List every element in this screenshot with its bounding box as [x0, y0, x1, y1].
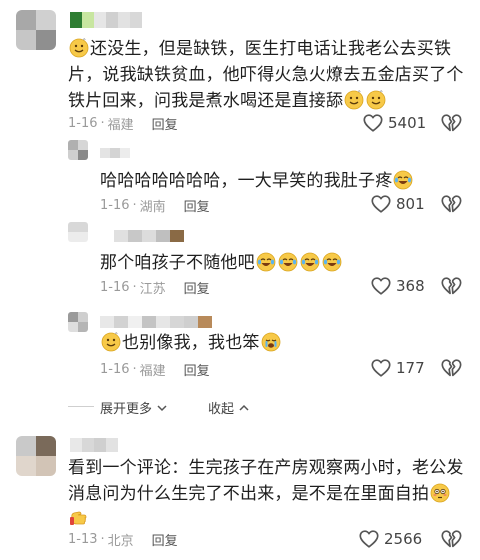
like-button[interactable]: 177	[370, 357, 425, 379]
reply-text: 哈哈哈哈哈哈哈，一大早笑的我肚子疼	[100, 168, 414, 194]
reply-button[interactable]: 回复	[152, 530, 178, 549]
divider	[68, 406, 94, 407]
heart-icon	[370, 193, 392, 215]
broken-heart-icon[interactable]	[440, 193, 462, 215]
like-count: 801	[396, 195, 425, 213]
reply-meta: 1-16 · 福建 回复	[100, 360, 210, 379]
smile-emoji	[366, 90, 386, 110]
expand-more-button[interactable]: 展开更多	[100, 398, 168, 417]
reply-username-mosaic[interactable]	[100, 148, 130, 158]
reply-button[interactable]: 回复	[184, 196, 210, 215]
cry-emoji	[261, 332, 281, 352]
comment-date: 1-16	[68, 116, 98, 131]
like-count: 2566	[384, 530, 423, 548]
like-button[interactable]: 5401	[362, 112, 426, 134]
flushed-emoji	[430, 483, 450, 503]
comment-location: 福建	[107, 118, 134, 133]
broken-heart-icon[interactable]	[440, 528, 462, 550]
reply-text: 那个咱孩子不随他吧	[100, 250, 343, 276]
heart-icon	[362, 112, 384, 134]
like-count: 5401	[388, 114, 427, 132]
broken-heart-icon[interactable]	[440, 275, 462, 297]
comment-text: 还没生，但是缺铁，医生打电话让我老公去买铁 片，说我缺铁贫血，他吓得火急火燎去五…	[68, 38, 464, 111]
broken-heart-icon[interactable]	[440, 112, 462, 134]
heart-icon	[370, 275, 392, 297]
heart-icon	[370, 357, 392, 379]
like-button[interactable]: 2566	[358, 528, 422, 550]
laugh-cry-emoji	[256, 252, 276, 272]
chevron-up-icon	[239, 404, 249, 411]
reply-meta: 1-16 · 湖南 回复	[100, 196, 210, 215]
reply-button[interactable]: 回复	[184, 278, 210, 297]
avatar[interactable]	[16, 10, 56, 50]
comment-meta: 1-16 · 福建 回复	[68, 114, 178, 133]
reply-avatar[interactable]	[68, 312, 88, 332]
comment-text: 看到一个评论：生完孩子在产房观察两小时，老公发 消息问为什么生完了不出来，是不是…	[68, 455, 468, 533]
smile-emoji	[69, 38, 89, 58]
like-count: 368	[396, 277, 425, 295]
smile-emoji	[101, 332, 121, 352]
comment-meta: 1-13 · 北京 回复	[68, 530, 178, 549]
heart-icon	[358, 528, 380, 550]
reply-button[interactable]: 回复	[152, 114, 178, 133]
laugh-cry-emoji	[393, 170, 413, 190]
smile-emoji	[344, 90, 364, 110]
pointing-hand-emoji	[69, 509, 89, 529]
like-button[interactable]: 801	[370, 193, 425, 215]
reply-avatar[interactable]	[68, 222, 88, 242]
laugh-cry-emoji	[322, 252, 342, 272]
reply-button[interactable]: 回复	[184, 360, 210, 379]
broken-heart-icon[interactable]	[440, 357, 462, 379]
like-button[interactable]: 368	[370, 275, 425, 297]
username-mosaic[interactable]	[70, 12, 142, 28]
laugh-cry-emoji	[300, 252, 320, 272]
reply-avatar[interactable]	[68, 140, 88, 160]
chevron-down-icon	[157, 404, 167, 411]
reply-meta: 1-16 · 江苏 回复	[100, 278, 210, 297]
reply-text: 也别像我，我也笨	[100, 330, 282, 356]
username-mosaic[interactable]	[70, 438, 118, 452]
reply-username-mosaic[interactable]	[100, 230, 184, 242]
reply-username-mosaic[interactable]	[100, 316, 212, 328]
avatar[interactable]	[16, 436, 56, 476]
collapse-button[interactable]: 收起	[208, 398, 250, 417]
laugh-cry-emoji	[278, 252, 298, 272]
like-count: 177	[396, 359, 425, 377]
